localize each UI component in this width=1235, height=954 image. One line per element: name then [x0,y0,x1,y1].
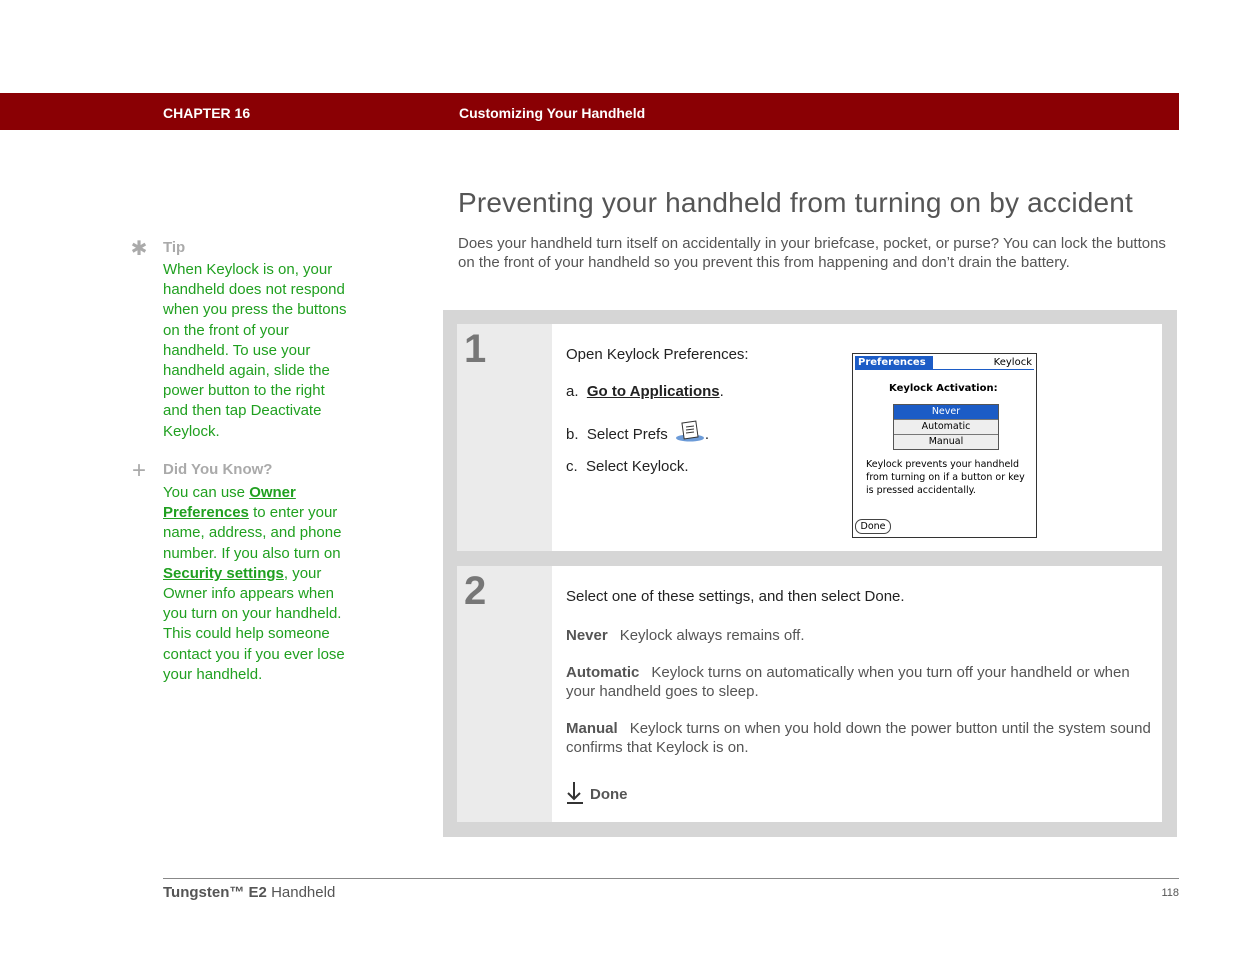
setting-name: Never [566,627,608,644]
step-1-item-a: a. Go to Applications. [566,383,724,400]
done-label: Done [590,786,628,803]
security-settings-link[interactable]: Security settings [163,565,284,582]
step-number: 2 [464,569,487,613]
prefs-icon [675,420,705,442]
preferences-tab: Preferences [855,356,933,369]
done-indicator: Done [566,781,628,805]
step-2-lead: Select one of these settings, and then s… [566,588,905,605]
setting-automatic: Automatic Keylock turns on automatically … [566,663,1156,701]
chapter-label: CHAPTER 16 [163,105,251,121]
item-text: Select Prefs [586,426,668,443]
option-automatic: Automatic [894,420,998,435]
dyk-text-1: You can use [163,484,250,501]
setting-manual: Manual Keylock turns on when you hold dow… [566,719,1156,757]
app-name: Keylock [993,357,1032,368]
step-number: 1 [464,327,487,371]
chapter-title: Customizing Your Handheld [459,105,646,121]
footer-product: Tungsten™ E2 Handheld [163,884,335,901]
setting-name: Manual [566,720,618,737]
item-suffix: . [704,426,710,443]
footer-rule [163,878,1179,879]
step-1-item-c: c. Select Keylock. [566,458,689,475]
tip-heading: Tip [163,239,186,256]
intro-paragraph: Does your handheld turn itself on accide… [458,235,1166,271]
tip-body: When Keylock is on, your handheld does n… [163,261,347,440]
setting-name: Automatic [566,664,640,681]
item-suffix: . [719,383,724,400]
step-1-lead: Open Keylock Preferences: [566,346,749,363]
keylock-screenshot: Preferences Keylock Keylock Activation: … [852,353,1037,538]
setting-desc: Keylock turns on automatically when you … [566,664,1130,700]
step-number-column: 2 [457,566,552,822]
did-you-know-body: You can use Owner Preferences to enter y… [163,483,353,685]
dyk-text-3: , your Owner info appears when you turn … [163,564,345,683]
go-to-applications-link[interactable]: Go to Applications [587,383,720,400]
page-title: Preventing your handheld from turning on… [458,187,1134,218]
setting-never: Never Keylock always remains off. [566,626,1156,645]
setting-desc: Keylock always remains off. [619,627,805,644]
setting-desc: Keylock turns on when you hold down the … [566,720,1151,756]
item-marker: c. [566,458,578,475]
item-marker: b. [566,426,579,443]
step-1-item-b: b. Select Prefs . [566,420,709,443]
activation-option-list: Never Automatic Manual [893,404,999,450]
screen-done-button: Done [855,519,891,534]
option-never: Never [894,405,998,420]
product-name: Tungsten™ E2 [163,884,267,901]
asterisk-icon: ✱ [130,238,148,260]
item-text: Select Keylock. [586,458,689,475]
title-rule [855,369,1034,370]
keylock-activation-heading: Keylock Activation: [889,383,998,394]
product-suffix: Handheld [266,884,336,901]
page-number: 118 [1161,887,1179,899]
keylock-description: Keylock prevents your handheld from turn… [866,459,1025,496]
did-you-know-heading: Did You Know? [163,461,273,478]
step-1: 1 [457,324,1162,551]
item-marker: a. [566,383,579,400]
option-manual: Manual [894,435,998,449]
step-number-column: 1 [457,324,552,551]
arrow-down-icon [567,782,583,804]
plus-icon: + [131,457,146,484]
